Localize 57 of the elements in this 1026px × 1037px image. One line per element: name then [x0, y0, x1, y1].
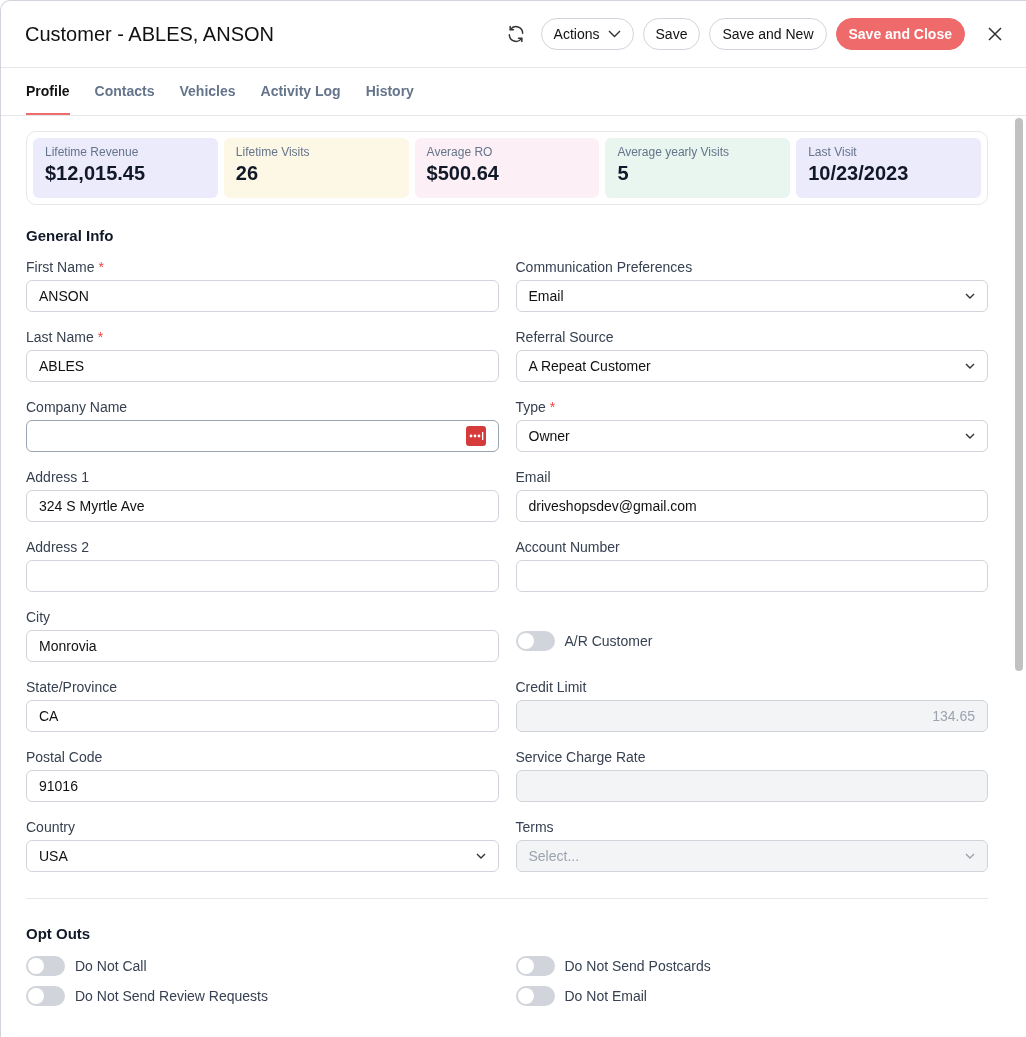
stat-value: 26 [235, 162, 260, 185]
select-field[interactable]: Owner [515, 420, 988, 452]
field-label: Communication Preferences [515, 259, 693, 275]
input-field[interactable]: 91016 [26, 770, 499, 802]
actions-button[interactable]: Actions [540, 18, 634, 50]
stat-value: 10/23/2023 [808, 162, 910, 185]
stat-value: $500.64 [426, 162, 500, 185]
select-field[interactable]: USA [26, 840, 499, 872]
field-label: Referral Source [515, 329, 614, 345]
toggle-label: Do Not Send Postcards [564, 958, 711, 974]
required-mark: * [97, 329, 104, 345]
field-label: State/Province [26, 679, 118, 695]
toggle-label: Do Not Send Review Requests [75, 988, 268, 1004]
save-button[interactable]: Save [642, 18, 701, 50]
tab[interactable]: Vehicles [179, 68, 236, 115]
field-label: Credit Limit [515, 679, 587, 695]
field-label: Terms [515, 819, 554, 835]
input-field[interactable]: CA [26, 700, 499, 732]
section-title: General Info [26, 227, 115, 244]
field-label: Email [515, 469, 551, 485]
field-label: Service Charge Rate [515, 749, 646, 765]
tab[interactable]: Profile [26, 68, 70, 115]
input-field[interactable]: driveshopsdev@gmail.com [515, 490, 988, 522]
section-title: Opt Outs [26, 925, 92, 942]
required-mark: * [98, 259, 104, 275]
stat-label: Lifetime Revenue [45, 145, 140, 159]
stat-label: Last Visit [808, 145, 858, 159]
stat-label: Average yearly Visits [617, 145, 730, 159]
input-field[interactable]: ANSON [26, 280, 499, 312]
input-field[interactable]: Monrovia [26, 630, 499, 662]
select-field[interactable]: Email [515, 280, 988, 312]
field-label: Account Number [515, 539, 620, 555]
save-button[interactable]: Save and New [709, 18, 827, 50]
field-label: First Name [26, 259, 95, 275]
field-label: Type [515, 399, 546, 415]
field-label: Last Name [26, 329, 94, 345]
field-label: Postal Code [26, 749, 103, 765]
stat-label: Average RO [426, 145, 494, 159]
tab[interactable]: Contacts [94, 68, 155, 115]
field-label: Address 2 [26, 539, 90, 555]
tab[interactable]: History [365, 68, 414, 115]
field-label: City [26, 609, 51, 625]
field-label: Company Name [26, 399, 128, 415]
field-label: Country [26, 819, 76, 835]
tab[interactable]: Activity Log [260, 68, 341, 115]
required-mark: * [549, 399, 556, 415]
toggle-label: Do Not Call [75, 958, 147, 974]
field-label: Address 1 [26, 469, 90, 485]
stat-label: Lifetime Visits [235, 145, 311, 159]
input-field[interactable]: 324 S Myrtle Ave [26, 490, 499, 522]
select-field[interactable]: A Repeat Customer [515, 350, 988, 382]
stat-value: 5 [617, 162, 630, 185]
input-field[interactable]: ABLES [26, 350, 499, 382]
toggle-label: Do Not Email [564, 988, 647, 1004]
toggle-label: A/R Customer [564, 633, 653, 649]
window-title: Customer - ABLES, ANSON [25, 22, 275, 46]
stat-value: $12,015.45 [45, 162, 147, 185]
